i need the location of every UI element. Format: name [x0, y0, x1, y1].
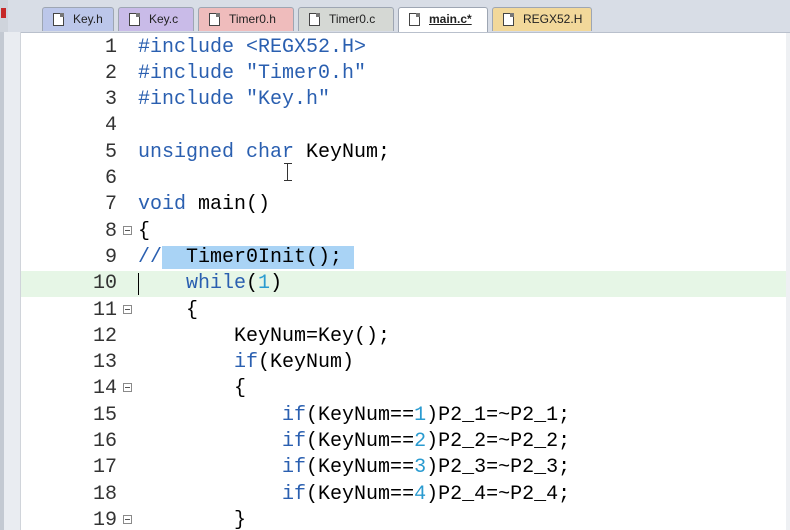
code-line[interactable]: 15 if(KeyNum==1)P2_1=~P2_1;: [21, 403, 790, 429]
text-selection: Timer0Init();: [162, 245, 355, 269]
code-text: while(1): [186, 272, 283, 296]
code-editor[interactable]: 1 #include <REGX52.H> 2 #include "Timer0.h"…: [21, 33, 790, 530]
code-line[interactable]: 7 void main(): [21, 192, 790, 218]
tab-key-c[interactable]: Key.c: [118, 7, 194, 31]
code-line[interactable]: 1 #include <REGX52.H>: [21, 35, 790, 61]
line-number: 1: [104, 35, 117, 59]
code-text: if(KeyNum==3)P2_3=~P2_3;: [282, 456, 571, 480]
code-text: if(KeyNum==2)P2_2=~P2_2;: [282, 430, 571, 453]
line-number: 3: [104, 88, 117, 112]
line-number: 8: [104, 219, 117, 243]
error-marker: [1, 8, 6, 18]
code-line[interactable]: 10 while(1): [21, 271, 790, 298]
code-text: {: [138, 298, 199, 322]
code-text: void main(): [138, 193, 271, 217]
code-text: }: [138, 508, 247, 530]
code-line[interactable]: 14 {: [21, 376, 790, 402]
line-number: 13: [92, 351, 117, 375]
line-number: 19: [92, 508, 117, 530]
line-number: 7: [104, 193, 117, 217]
line-number: 4: [104, 114, 117, 138]
code-line[interactable]: 9 // Timer0Init();: [21, 245, 790, 271]
file-icon: [129, 13, 140, 26]
line-number: 6: [104, 167, 117, 190]
vertical-scrollbar[interactable]: [786, 33, 790, 530]
code-line[interactable]: 11 {: [21, 298, 790, 324]
code-text: {: [138, 219, 151, 243]
tab-label: Timer0.c: [329, 12, 376, 26]
code-text: if(KeyNum): [234, 351, 355, 375]
left-gutter-panel: [0, 32, 21, 530]
line-number: 10: [92, 272, 117, 296]
fold-toggle-icon[interactable]: [123, 383, 132, 393]
code-line[interactable]: 4: [21, 113, 790, 139]
code-line[interactable]: 18 if(KeyNum==4)P2_4=~P2_4;: [21, 482, 790, 508]
code-line[interactable]: 2 #include "Timer0.h": [21, 61, 790, 87]
fold-toggle-icon[interactable]: [123, 225, 132, 235]
tab-timer0-c[interactable]: Timer0.c: [298, 7, 394, 31]
editor-tab-bar: Key.h Key.c Timer0.h Timer0.c main.c* RE…: [0, 0, 790, 33]
tab-key-h[interactable]: Key.h: [42, 7, 114, 31]
code-text: {: [138, 377, 247, 401]
panel-edge: [0, 32, 4, 530]
line-number: 2: [104, 61, 117, 85]
file-icon: [409, 13, 420, 26]
code-line[interactable]: 12 KeyNum=Key();: [21, 324, 790, 350]
tab-label: main.c*: [429, 12, 472, 26]
tab-main-c[interactable]: main.c*: [398, 7, 488, 32]
line-number: 17: [92, 456, 117, 480]
tab-label: Timer0.h: [229, 12, 276, 26]
tab-label: Key.c: [149, 12, 179, 26]
file-icon: [309, 13, 320, 26]
code-line[interactable]: 6: [21, 166, 790, 192]
code-line[interactable]: 17 if(KeyNum==3)P2_3=~P2_3;: [21, 455, 790, 481]
code-line[interactable]: 5 unsigned char KeyNum;: [21, 140, 790, 166]
tab-regx52-h[interactable]: REGX52.H: [492, 7, 592, 31]
code-text: KeyNum=Key();: [138, 324, 391, 348]
code-line[interactable]: 19 }: [21, 508, 790, 530]
file-icon: [503, 13, 514, 26]
tab-label: REGX52.H: [523, 12, 583, 26]
code-text: // Timer0Init();: [138, 245, 355, 269]
text-caret: [138, 273, 139, 296]
line-number: 5: [104, 140, 117, 164]
tab-bar-left-stub: [0, 0, 8, 32]
line-number: 18: [92, 482, 117, 506]
code-text: if(KeyNum==4)P2_4=~P2_4;: [282, 482, 571, 506]
line-number: 9: [104, 245, 117, 269]
code-text: #include <REGX52.H>: [138, 35, 367, 59]
line-number: 15: [92, 403, 117, 427]
tab-label: Key.h: [73, 12, 103, 26]
code-text: #include "Timer0.h": [138, 61, 367, 85]
line-number: 11: [92, 298, 117, 322]
tab-timer0-h[interactable]: Timer0.h: [198, 7, 294, 31]
line-number: 16: [92, 430, 117, 453]
code-text: unsigned char KeyNum;: [138, 140, 391, 164]
code-line[interactable]: 16 if(KeyNum==2)P2_2=~P2_2;: [21, 429, 790, 455]
line-number: 14: [92, 377, 117, 401]
fold-toggle-icon[interactable]: [123, 514, 132, 524]
code-line[interactable]: 3 #include "Key.h": [21, 87, 790, 113]
file-icon: [53, 13, 64, 26]
code-text: #include "Key.h": [138, 88, 331, 112]
code-text: if(KeyNum==1)P2_1=~P2_1;: [282, 403, 571, 427]
file-icon: [209, 13, 220, 26]
code-line[interactable]: 8{: [21, 219, 790, 245]
line-number: 12: [92, 324, 117, 348]
code-line[interactable]: 13 if(KeyNum): [21, 350, 790, 376]
fold-toggle-icon[interactable]: [123, 304, 132, 314]
